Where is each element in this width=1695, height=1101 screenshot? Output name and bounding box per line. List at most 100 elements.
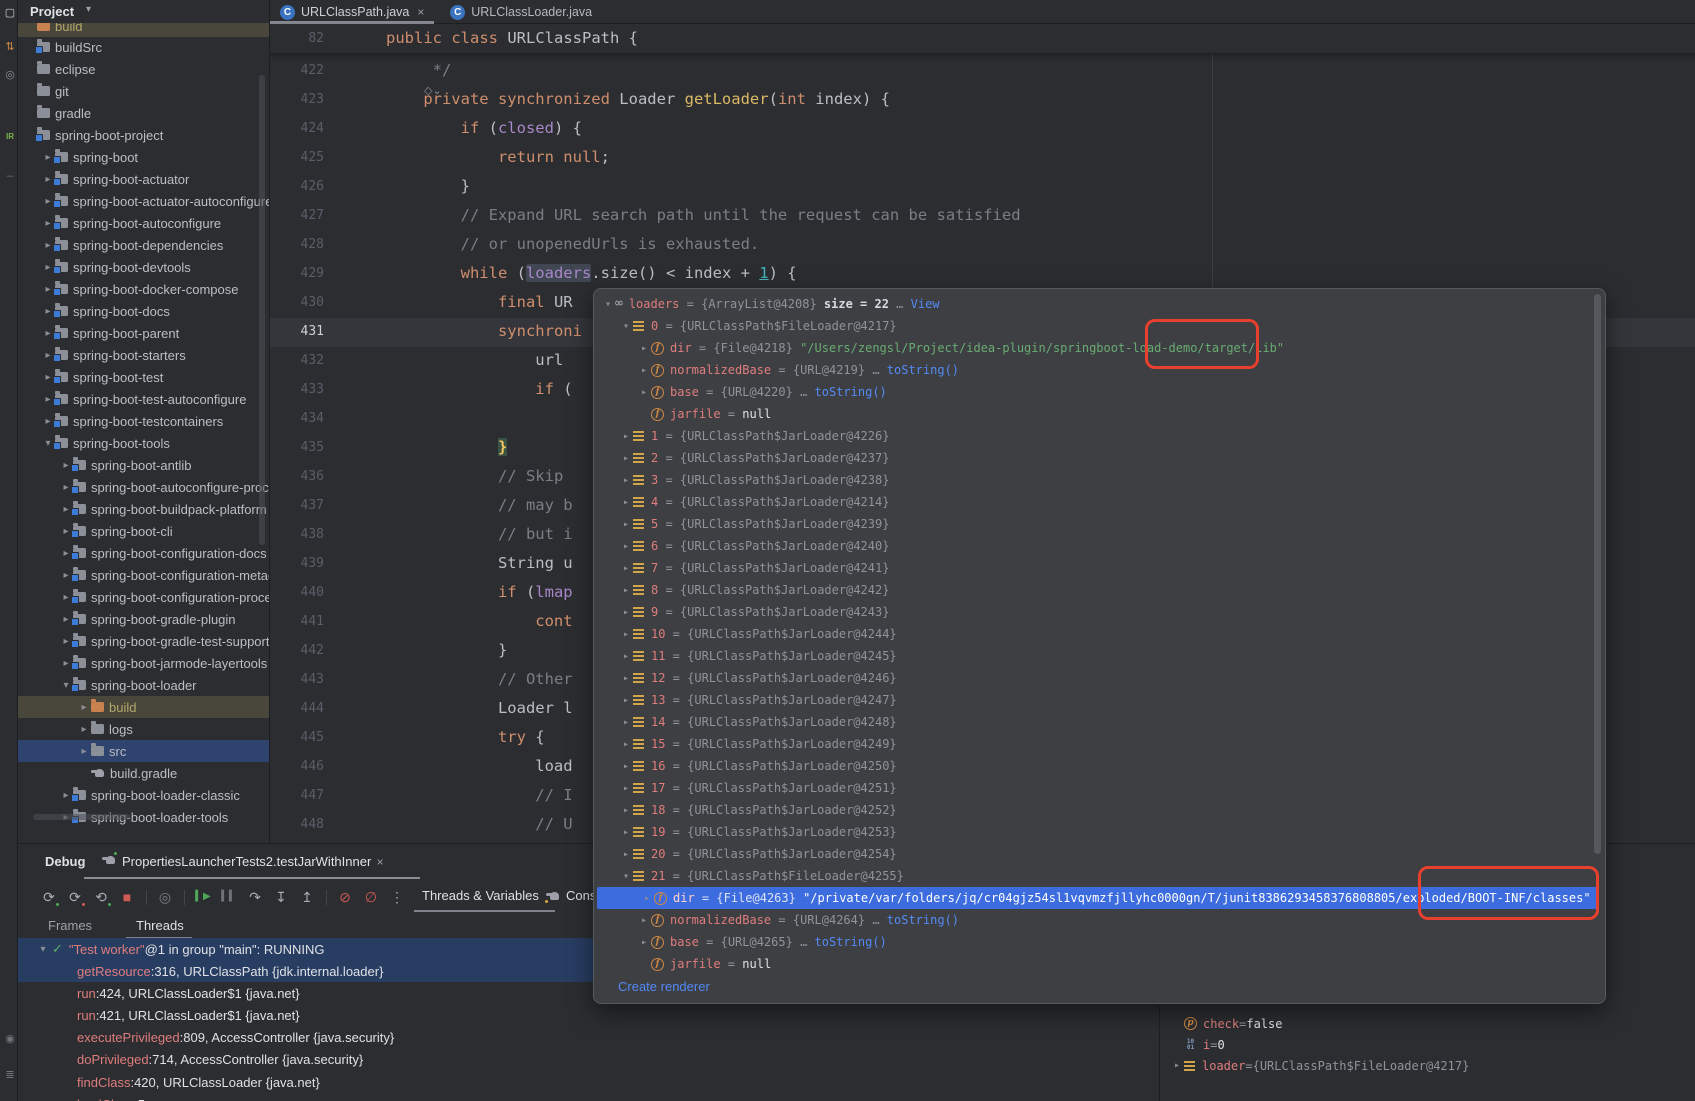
create-renderer-link[interactable]: Create renderer: [618, 979, 710, 994]
tree-item-eclipse[interactable]: eclipse: [18, 58, 270, 80]
debugger-node-normalizedBase[interactable]: ▸fnormalizedBase = {URL@4219} … toString…: [594, 359, 1605, 381]
debugger-node-10[interactable]: ▸10 = {URLClassPath$JarLoader@4244}: [594, 623, 1605, 645]
variable-row-check[interactable]: pcheck = false: [1170, 1013, 1282, 1034]
chevron-collapsed-icon[interactable]: ▸: [619, 695, 633, 706]
tree-item-spring-boot-docker-compose[interactable]: ▸spring-boot-docker-compose: [18, 278, 270, 300]
tree-item-spring-boot-loader-classic[interactable]: ▸spring-boot-loader-classic: [18, 784, 270, 806]
divider-dash[interactable]: –: [2, 170, 18, 182]
debugger-node-0[interactable]: ▾0 = {URLClassPath$FileLoader@4217}: [594, 315, 1605, 337]
debugger-node-7[interactable]: ▸7 = {URLClassPath$JarLoader@4241}: [594, 557, 1605, 579]
tree-item-spring-boot-gradle-test-support[interactable]: ▸spring-boot-gradle-test-support: [18, 630, 270, 652]
chevron-collapsed-icon[interactable]: ▸: [619, 739, 633, 750]
debugger-node-base[interactable]: ▸fbase = {URL@4265} … toString(): [594, 931, 1605, 953]
chevron-collapsed-icon[interactable]: ▸: [1170, 1060, 1184, 1071]
close-icon[interactable]: ×: [417, 5, 424, 19]
stack-frame-row[interactable]: loadClass:5: [18, 1093, 1159, 1101]
account-icon[interactable]: ◎: [2, 68, 18, 81]
debugger-node-19[interactable]: ▸19 = {URLClassPath$JarLoader@4253}: [594, 821, 1605, 843]
debugger-node-jarfile[interactable]: fjarfile = null: [594, 953, 1605, 975]
chevron-collapsed-icon[interactable]: ▸: [619, 475, 633, 486]
rerun-icon[interactable]: ⟳: [38, 886, 60, 908]
chevron-collapsed-icon[interactable]: ▸: [619, 607, 633, 618]
debugger-node-5[interactable]: ▸5 = {URLClassPath$JarLoader@4239}: [594, 513, 1605, 535]
chevron-collapsed-icon[interactable]: ▸: [640, 893, 654, 904]
debugger-node-9[interactable]: ▸9 = {URLClassPath$JarLoader@4243}: [594, 601, 1605, 623]
chevron-collapsed-icon[interactable]: ▸: [619, 431, 633, 442]
tree-item-build[interactable]: ▸build: [18, 696, 270, 718]
tostring-link[interactable]: toString(): [887, 913, 959, 927]
chevron-collapsed-icon[interactable]: ▸: [619, 717, 633, 728]
tostring-link[interactable]: toString(): [815, 935, 887, 949]
tree-item-build.gradle[interactable]: build.gradle: [18, 762, 270, 784]
debugger-node-8[interactable]: ▸8 = {URLClassPath$JarLoader@4242}: [594, 579, 1605, 601]
tree-item-spring-boot-configuration-processor[interactable]: ▸spring-boot-configuration-processor: [18, 586, 270, 608]
more-icon[interactable]: ⋮: [386, 886, 408, 908]
breakpoints-muted-icon[interactable]: ∅: [360, 886, 382, 908]
chevron-expanded-icon[interactable]: ▾: [36, 944, 50, 955]
chevron-expanded-icon[interactable]: ▾: [619, 321, 633, 332]
tree-item-spring-boot-cli[interactable]: ▸spring-boot-cli: [18, 520, 270, 542]
chevron-collapsed-icon[interactable]: ▸: [77, 746, 91, 757]
resume-icon[interactable]: ▍▶: [192, 886, 214, 908]
tree-item-spring-boot-actuator-autoconfigure[interactable]: ▸spring-boot-actuator-autoconfigure: [18, 190, 270, 212]
tree-item-spring-boot-configuration-docs[interactable]: ▸spring-boot-configuration-docs: [18, 542, 270, 564]
debugger-node-11[interactable]: ▸11 = {URLClassPath$JarLoader@4245}: [594, 645, 1605, 667]
editor-tab-URLClassLoader.java[interactable]: CURLClassLoader.java: [440, 0, 602, 24]
tree-item-spring-boot-loader[interactable]: ▾spring-boot-loader: [18, 674, 270, 696]
tree-item-spring-boot-buildpack-platform[interactable]: ▸spring-boot-buildpack-platform: [18, 498, 270, 520]
chevron-collapsed-icon[interactable]: ▸: [619, 651, 633, 662]
chevron-collapsed-icon[interactable]: ▸: [637, 343, 651, 354]
mute-breakpoints-icon[interactable]: ⊘: [334, 886, 356, 908]
tree-item-spring-boot-test-autoconfigure[interactable]: ▸spring-boot-test-autoconfigure: [18, 388, 270, 410]
tab-threads-variables[interactable]: Threads & Variables: [422, 888, 539, 903]
chevron-collapsed-icon[interactable]: ▸: [619, 629, 633, 640]
debugger-node-16[interactable]: ▸16 = {URLClassPath$JarLoader@4250}: [594, 755, 1605, 777]
tree-item-spring-boot-parent[interactable]: ▸spring-boot-parent: [18, 322, 270, 344]
variable-row-i[interactable]: 1001i = 0: [1170, 1034, 1225, 1055]
tree-item-spring-boot-project[interactable]: spring-boot-project: [18, 124, 270, 146]
tostring-link[interactable]: toString(): [815, 385, 887, 399]
tree-item-spring-boot-devtools[interactable]: ▸spring-boot-devtools: [18, 256, 270, 278]
step-out-icon[interactable]: ↥: [296, 886, 318, 908]
tostring-link[interactable]: View: [911, 297, 940, 311]
chevron-collapsed-icon[interactable]: ▸: [619, 497, 633, 508]
chevron-collapsed-icon[interactable]: ▸: [619, 563, 633, 574]
project-panel-header[interactable]: Project ▾: [18, 0, 269, 23]
step-into-icon[interactable]: ↧: [270, 886, 292, 908]
chevron-collapsed-icon[interactable]: ▸: [619, 585, 633, 596]
chevron-collapsed-icon[interactable]: ▸: [637, 387, 651, 398]
tree-item-spring-boot-starters[interactable]: ▸spring-boot-starters: [18, 344, 270, 366]
tab-frames[interactable]: Frames: [48, 918, 92, 933]
tree-item-spring-boot-actuator[interactable]: ▸spring-boot-actuator: [18, 168, 270, 190]
tab-threads[interactable]: Threads: [136, 918, 184, 933]
debugger-node-4[interactable]: ▸4 = {URLClassPath$JarLoader@4214}: [594, 491, 1605, 513]
close-icon[interactable]: ×: [373, 855, 383, 869]
vcs-icon[interactable]: ⇅: [2, 40, 18, 53]
tree-item-git[interactable]: git: [18, 80, 270, 102]
tree-item-logs[interactable]: ▸logs: [18, 718, 270, 740]
tree-item-spring-boot[interactable]: ▸spring-boot: [18, 146, 270, 168]
stack-frame-row[interactable]: executePrivileged:809, AccessController …: [18, 1027, 1159, 1049]
debugger-node-1[interactable]: ▸1 = {URLClassPath$JarLoader@4226}: [594, 425, 1605, 447]
stack-frame-row[interactable]: doPrivileged:714, AccessController {java…: [18, 1049, 1159, 1071]
tree-item-src[interactable]: ▸src: [18, 740, 270, 762]
debugger-node-20[interactable]: ▸20 = {URLClassPath$JarLoader@4254}: [594, 843, 1605, 865]
structure-icon[interactable]: ≣: [2, 1068, 18, 1081]
debugger-node-15[interactable]: ▸15 = {URLClassPath$JarLoader@4249}: [594, 733, 1605, 755]
chevron-collapsed-icon[interactable]: ▸: [619, 673, 633, 684]
chevron-collapsed-icon[interactable]: ▸: [637, 915, 651, 926]
debugger-node-14[interactable]: ▸14 = {URLClassPath$JarLoader@4248}: [594, 711, 1605, 733]
tree-item-spring-boot-testcontainers[interactable]: ▸spring-boot-testcontainers: [18, 410, 270, 432]
eye-icon[interactable]: ◉: [2, 1032, 18, 1045]
debugger-node-6[interactable]: ▸6 = {URLClassPath$JarLoader@4240}: [594, 535, 1605, 557]
chevron-collapsed-icon[interactable]: ▸: [77, 702, 91, 713]
chevron-collapsed-icon[interactable]: ▸: [619, 541, 633, 552]
tree-item-spring-boot-autoconfigure[interactable]: ▸spring-boot-autoconfigure: [18, 212, 270, 234]
debugger-node-base[interactable]: ▸fbase = {URL@4220} … toString(): [594, 381, 1605, 403]
tree-item-spring-boot-tools[interactable]: ▾spring-boot-tools: [18, 432, 270, 454]
debugger-node-13[interactable]: ▸13 = {URLClassPath$JarLoader@4247}: [594, 689, 1605, 711]
tree-item-spring-boot-antlib[interactable]: ▸spring-boot-antlib: [18, 454, 270, 476]
chevron-collapsed-icon[interactable]: ▸: [619, 805, 633, 816]
tree-item-spring-boot-autoconfigure-processor[interactable]: ▸spring-boot-autoconfigure-processor: [18, 476, 270, 498]
debugger-node-18[interactable]: ▸18 = {URLClassPath$JarLoader@4252}: [594, 799, 1605, 821]
